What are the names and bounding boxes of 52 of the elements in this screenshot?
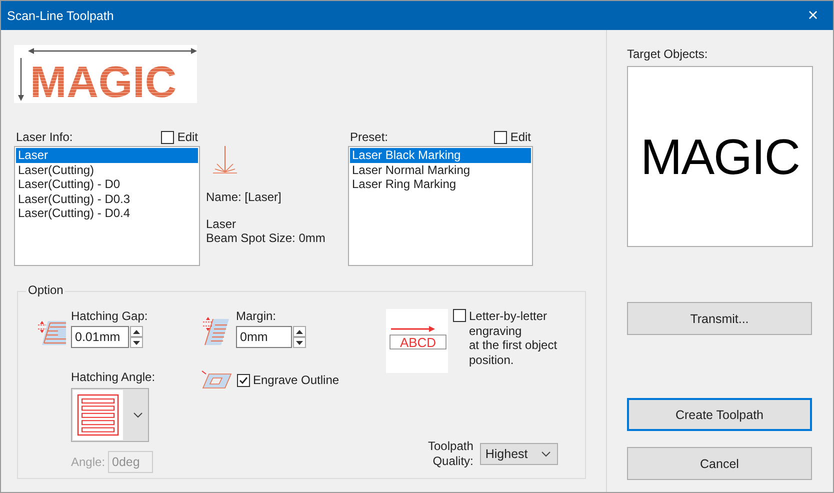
arrow-icon — [28, 48, 197, 54]
engrave-outline-checkbox[interactable]: Engrave Outline — [237, 373, 340, 387]
edit-checkbox[interactable]: Edit — [161, 130, 198, 144]
hatching-angle-dropdown[interactable] — [71, 388, 149, 442]
laser-name: Name: [Laser] — [206, 190, 282, 204]
edit-checkbox[interactable]: Edit — [494, 130, 531, 144]
margin-field[interactable]: 0mm — [236, 326, 292, 348]
spin-up-button[interactable] — [293, 326, 306, 337]
quality-dropdown[interactable]: Highest — [480, 442, 558, 464]
hatched-text: MAGIC — [30, 58, 177, 103]
chevron-icon — [541, 450, 552, 456]
list-item[interactable]: Laser Black Marking — [350, 148, 531, 162]
laser-type: Laser — [206, 217, 238, 231]
up-triangle-icon — [133, 330, 140, 334]
list-item[interactable]: Laser Normal Marking — [350, 162, 531, 177]
field-label: Toolpath Quality: — [428, 439, 474, 468]
close-button[interactable]: × — [793, 1, 833, 30]
spin-down-button[interactable] — [293, 337, 306, 348]
list-item[interactable]: Laser(Cutting) - D0.3 — [16, 192, 198, 206]
letter-by-letter-checkbox[interactable]: Letter-by-letter engraving at the first object position. — [453, 309, 558, 373]
list-item[interactable]: Laser(Cutting) - D0.4 — [16, 206, 198, 220]
group-title: Option — [26, 283, 66, 297]
list-item[interactable]: Laser(Cutting) - D0 — [16, 177, 198, 192]
list-item[interactable]: Laser Ring Marking — [350, 177, 531, 192]
target-text: MAGIC — [640, 128, 800, 186]
field-label: Hatching Gap: — [71, 309, 148, 323]
checkmark-icon — [238, 374, 249, 386]
spin-up-button[interactable] — [130, 326, 143, 337]
outline-icon — [201, 370, 233, 390]
list-label: Preset: — [350, 130, 388, 144]
down-triangle-icon — [133, 340, 140, 344]
list-item[interactable]: Laser — [16, 148, 198, 162]
hatching-gap-field[interactable]: 0.01mm — [71, 326, 129, 348]
field-label: Hatching Angle: — [71, 370, 156, 384]
list-label: Laser Info: — [16, 130, 73, 144]
beam-spot-size: Beam Spot Size: 0mm — [206, 231, 326, 245]
window-title: Scan-Line Toolpath — [7, 8, 114, 22]
list-item[interactable]: Laser(Cutting) — [16, 162, 198, 177]
hatch-pattern-icon — [73, 390, 123, 440]
field-label: Margin: — [236, 309, 278, 323]
arrow-icon — [18, 58, 24, 101]
sample-text: ABCD — [400, 335, 436, 350]
spin-down-button[interactable] — [130, 337, 143, 348]
dialog-button[interactable]: Create Toolpath — [627, 398, 812, 431]
field-label: Angle: — [71, 455, 106, 469]
panel-label: Target Objects: — [627, 47, 709, 61]
arrow-icon — [391, 326, 435, 332]
down-triangle-icon — [296, 340, 303, 344]
dialog-button[interactable]: Cancel — [627, 447, 812, 480]
up-triangle-icon — [296, 330, 303, 334]
dialog-button[interactable]: Transmit... — [627, 302, 812, 335]
chevron-icon — [133, 412, 143, 418]
